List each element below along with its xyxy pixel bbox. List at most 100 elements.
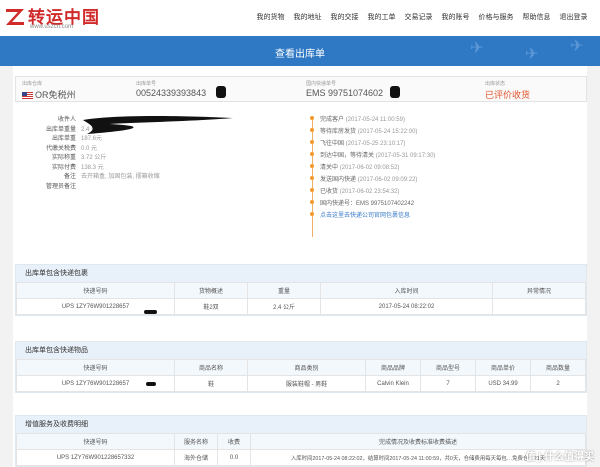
unit-price-cell: USD 34.99: [475, 375, 531, 392]
fee-section: 增值服务及收费明细 快递号码 服务名称 收费 完成情况及收费标准收费描述 UPS…: [15, 415, 587, 467]
detail-row: 备注 去开箱盒, 加固包装, 摆箱收缩: [23, 171, 263, 181]
nav-my-goods[interactable]: 我的货物: [252, 12, 289, 22]
site-logo[interactable]: 转运中国 www.uszcn.com: [4, 3, 112, 33]
section-title: 出库单包含快递包裹: [16, 265, 586, 282]
goods-table: 快递号码 商品名称 商品类别 商品品牌 商品型号 商品单价 商品数量 UPS 1…: [16, 359, 586, 392]
order-no-value: 00524339393843: [136, 88, 207, 98]
detail-row: 代缴关税费 0.0 元: [23, 143, 263, 153]
detail-label: 出库单重量: [45, 126, 76, 133]
site-watermark: 值 | 什么值得买: [525, 452, 594, 463]
timeline-item: 到达中国，等待清关 (2017-05-31 09:17:30): [310, 150, 580, 162]
column-header: 商品品牌: [365, 359, 421, 376]
inbound-time-cell: 2017-05-24 08:22:02: [320, 298, 493, 315]
nav-my-address[interactable]: 我的地址: [289, 12, 326, 22]
warehouse-value: OR免税州: [35, 90, 76, 100]
column-header: 快递号码: [16, 282, 175, 299]
status-label: 出库状态: [485, 81, 506, 87]
warehouse-label: 出库仓库: [22, 81, 43, 87]
us-flag-icon: [22, 92, 33, 100]
main-panel: 出库仓库 OR免税州 出库单号 00524339393843 国内快递单号 EM…: [13, 66, 587, 467]
timeline-item: 国内快递号：EMS 9975107402242: [310, 198, 580, 210]
exception-cell: [492, 298, 586, 315]
product-category-cell: 服装鞋帽 - 男鞋: [247, 375, 366, 392]
product-brand-cell: Calvin Klein: [365, 375, 421, 392]
nav-pricing[interactable]: 价格与服务: [474, 12, 518, 22]
product-name-cell: 鞋: [174, 375, 248, 392]
status-field: 出库状态 已评价收货: [485, 77, 585, 101]
detail-label: 出库单重: [51, 136, 76, 143]
detail-row: 管理员备注: [23, 181, 263, 191]
status-value: 已评价收货: [485, 90, 531, 100]
order-info-strip: 出库仓库 OR免税州 出库单号 00524339393843 国内快递单号 EM…: [15, 76, 587, 102]
column-header: 快递号码: [16, 359, 175, 376]
goods-summary-cell: 鞋2双: [174, 298, 248, 315]
package-table: 快递号码 货物概述 重量 入库时间 异常情况 UPS 1ZY76W9012286…: [16, 282, 586, 315]
detail-value: 138.3 元: [81, 164, 104, 171]
redaction-mark: [146, 382, 156, 386]
domestic-tracking-value: EMS 99751074602: [306, 88, 384, 98]
column-header: 商品单价: [475, 359, 531, 376]
detail-value: 3.72 公斤: [81, 155, 107, 162]
timeline-item: 已收货 (2017-06-02 23:54:32): [310, 186, 580, 198]
detail-value: 0.0 元: [81, 145, 98, 152]
recipient-redaction-mark: [83, 116, 233, 134]
courier-site-link[interactable]: 点击这里去快递公司官网包裹信息: [310, 210, 580, 222]
redaction-mark: [216, 86, 226, 98]
column-header: 入库时间: [320, 282, 493, 299]
nav-logout[interactable]: 退出登录: [555, 12, 592, 22]
table-row: UPS 1ZY76W901228657 鞋 服装鞋帽 - 男鞋 Calvin K…: [16, 375, 586, 392]
detail-label: 收件人: [57, 117, 76, 124]
service-name-cell: 海外仓储: [174, 449, 218, 466]
detail-value: 去开箱盒, 加固包装, 摆箱收缩: [81, 174, 160, 181]
column-header: 商品型号: [420, 359, 476, 376]
table-header-row: 快递号码 服务名称 收费 完成情况及收费标准收费描述: [16, 433, 586, 450]
redaction-mark: [144, 310, 157, 314]
logo-mark-icon: [6, 9, 24, 25]
section-title: 出库单包含快递物品: [16, 342, 586, 359]
column-header: 商品数量: [530, 359, 586, 376]
redaction-mark: [390, 86, 400, 98]
tracking-number-cell: UPS 1ZY76W901228657332: [16, 449, 175, 466]
section-title: 增值服务及收费明细: [16, 416, 586, 433]
nav-my-tickets[interactable]: 我的工单: [363, 12, 400, 22]
timeline-item: 发送国内快递 (2017-06-02 09:09:22): [310, 174, 580, 186]
top-bar: 转运中国 www.uszcn.com 我的货物 我的地址 我的交接 我的工单 交…: [0, 0, 600, 36]
detail-label: 实际称重: [51, 155, 76, 162]
fee-cell: 0.0: [217, 449, 251, 466]
timeline-item: 清关中 (2017-06-02 09:08:52): [310, 162, 580, 174]
detail-row: 实际付费 138.3 元: [23, 162, 263, 172]
column-header: 快递号码: [16, 433, 175, 450]
nav-transactions[interactable]: 交易记录: [400, 12, 437, 22]
page-banner: ✈ ✈ ✈ 查看出库单: [0, 36, 600, 66]
warehouse-field: 出库仓库 OR免税州: [22, 77, 142, 101]
fee-table: 快递号码 服务名称 收费 完成情况及收费标准收费描述 UPS 1ZY76W901…: [16, 433, 586, 466]
product-model-cell: 7: [420, 375, 476, 392]
table-header-row: 快递号码 货物概述 重量 入库时间 异常情况: [16, 282, 586, 299]
column-header: 商品名称: [174, 359, 248, 376]
column-header: 收费: [217, 433, 251, 450]
domestic-tracking-label: 国内快递单号: [306, 81, 337, 87]
timeline-item: 完成客户 (2017-05-24 11:00:59): [310, 114, 580, 126]
table-row: UPS 1ZY76W901228657 鞋2双 2.4 公斤 2017-05-2…: [16, 298, 586, 315]
detail-label: 代缴关税费: [45, 145, 76, 152]
shipping-timeline: 完成客户 (2017-05-24 11:00:59) 等待库房发货 (2017-…: [310, 114, 580, 237]
detail-row: 实际称重 3.72 公斤: [23, 152, 263, 162]
table-header-row: 快递号码 商品名称 商品类别 商品品牌 商品型号 商品单价 商品数量: [16, 359, 586, 376]
weight-cell: 2.4 公斤: [247, 298, 321, 315]
column-header: 服务名称: [174, 433, 218, 450]
timeline-item: 飞往中国 (2017-05-25 23:10:17): [310, 138, 580, 150]
main-nav: 我的货物 我的地址 我的交接 我的工单 交易记录 我的账号 价格与服务 帮助信息…: [252, 12, 592, 22]
detail-label: 备注: [63, 174, 76, 181]
nav-my-account[interactable]: 我的账号: [437, 12, 474, 22]
table-row: UPS 1ZY76W901228657332 海外仓储 0.0 入库时间2017…: [16, 449, 586, 466]
column-header: 重量: [247, 282, 321, 299]
goods-section: 出库单包含快递物品 快递号码 商品名称 商品类别 商品品牌 商品型号 商品单价 …: [15, 341, 587, 393]
nav-my-handover[interactable]: 我的交接: [326, 12, 363, 22]
column-header: 商品类别: [247, 359, 366, 376]
nav-help[interactable]: 帮助信息: [518, 12, 555, 22]
detail-label: 实际付费: [51, 164, 76, 171]
package-section: 出库单包含快递包裹 快递号码 货物概述 重量 入库时间 异常情况 UPS 1ZY…: [15, 264, 587, 316]
quantity-cell: 2: [530, 375, 586, 392]
timeline-item: 等待库房发货 (2017-05-24 15:22:00): [310, 126, 580, 138]
logo-url: www.uszcn.com: [30, 24, 74, 30]
